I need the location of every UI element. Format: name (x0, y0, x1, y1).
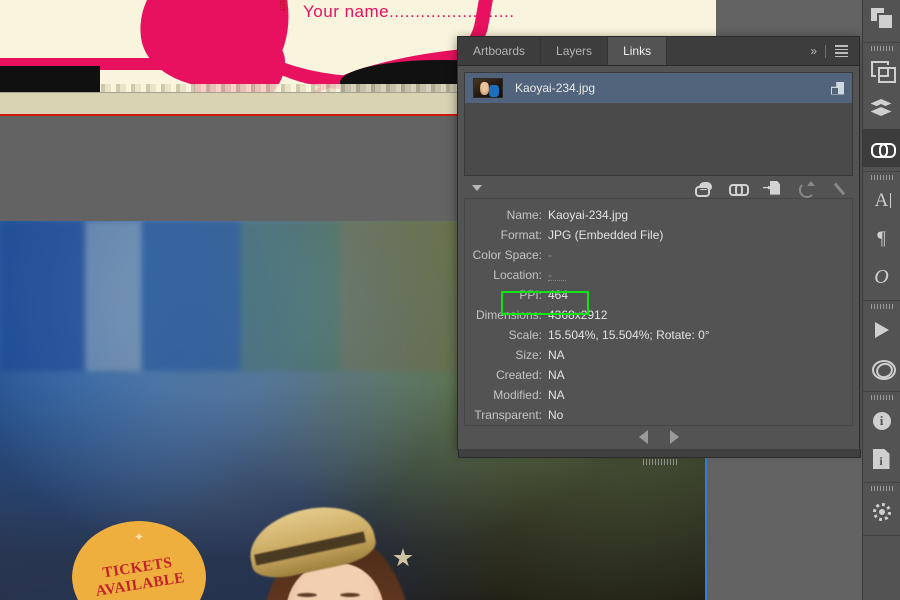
detail-row-modified: Modified: NA (465, 385, 852, 405)
detail-value: JPG (Embedded File) (548, 227, 664, 242)
detail-label: Size: (515, 347, 542, 362)
detail-row-transparent: Transparent: No (465, 405, 852, 425)
settings-gear-icon[interactable] (863, 493, 900, 531)
panel-tab-bar[interactable]: Artboards Layers Links » (458, 37, 859, 67)
detail-value: No (548, 407, 564, 422)
update-link-icon[interactable] (797, 180, 815, 198)
panel-tab-controls: » (810, 37, 859, 65)
detail-label: Created: (495, 367, 542, 382)
opentype-panel-icon[interactable]: O (863, 258, 900, 296)
panel-menu-icon[interactable] (835, 45, 848, 58)
info-panel-icon[interactable] (863, 402, 900, 440)
your-name-text: Your name........................ (303, 2, 515, 21)
link-file-name: Kaoyai-234.jpg (515, 81, 596, 96)
list-item[interactable]: Kaoyai-234.jpg (465, 73, 852, 104)
links-panel-footer[interactable] (458, 425, 859, 450)
link-info-disclosure-row[interactable] (458, 178, 859, 198)
tab-links[interactable]: Links (608, 37, 668, 66)
dock-grip-3[interactable] (863, 172, 900, 182)
detail-value: 4368x2912 (548, 307, 608, 322)
dock-group-3: A ¶ O (863, 172, 900, 301)
artboard-tool-icon[interactable] (863, 0, 900, 38)
links-panel[interactable]: Artboards Layers Links » Kaoyai-234.jpg … (457, 36, 861, 465)
detail-label: Modified: (493, 387, 542, 402)
detail-row-format: Format: JPG (Embedded File) (465, 225, 852, 245)
tab-layers[interactable]: Layers (541, 37, 609, 66)
symbols-panel-icon[interactable] (863, 349, 900, 387)
dock-group-6 (863, 483, 900, 536)
character-glyph: A (871, 190, 893, 212)
link-thumbnail (473, 78, 503, 99)
dock-grip-2[interactable] (863, 43, 900, 53)
detail-label: Format: (500, 227, 542, 242)
detail-label: Name: (506, 207, 542, 222)
links-list[interactable]: Kaoyai-234.jpg (464, 72, 853, 177)
panel-grip-icon[interactable] (642, 459, 677, 465)
link-details: Name: Kaoyai-234.jpg Format: JPG (Embedd… (464, 197, 853, 426)
panel-resize-bar[interactable] (458, 449, 861, 465)
detail-row-color-space: Color Space: - (465, 245, 852, 265)
next-link-icon[interactable] (669, 430, 679, 445)
detail-label: Transparent: (474, 407, 542, 422)
detail-value: Kaoyai-234.jpg (548, 207, 629, 222)
artboards-panel-icon[interactable] (863, 53, 900, 91)
character-panel-icon[interactable]: A (863, 182, 900, 220)
paragraph-glyph: ¶ (877, 228, 886, 249)
detail-value: - (548, 247, 552, 262)
right-dock[interactable]: A ¶ O (862, 0, 900, 600)
detail-label: Location: (493, 267, 542, 282)
layers-panel-icon[interactable] (863, 91, 900, 129)
detail-label: PPI: (519, 287, 542, 302)
document-info-panel-icon[interactable] (863, 440, 900, 478)
relink-from-cloud-icon[interactable] (695, 181, 712, 197)
detail-value: NA (548, 387, 565, 402)
expand-panels-icon[interactable]: » (810, 44, 817, 58)
detail-value: 464 (548, 287, 569, 302)
detail-value: - (548, 267, 566, 282)
detail-value: 15.504%, 15.504%; Rotate: 0° (548, 327, 710, 342)
detail-label: Scale: (508, 327, 542, 342)
dock-grip-5[interactable] (863, 392, 900, 402)
detail-value: NA (548, 367, 565, 382)
detail-row-dimensions: Dimensions: 4368x2912 (465, 305, 852, 325)
detail-row-location: Location: - (465, 265, 852, 285)
dock-group-2 (863, 43, 900, 172)
paragraph-panel-icon[interactable]: ¶ (863, 220, 900, 258)
dock-grip-6[interactable] (863, 483, 900, 493)
edit-original-icon[interactable] (831, 181, 848, 196)
decor-vertical-text: EST (278, 0, 285, 11)
dock-group-5 (863, 392, 900, 483)
embedded-file-icon (831, 82, 844, 95)
previous-link-icon[interactable] (638, 430, 648, 445)
detail-label: Color Space: (472, 247, 542, 262)
detail-row-scale: Scale: 15.504%, 15.504%; Rotate: 0° (465, 325, 852, 345)
tab-artboards[interactable]: Artboards (458, 37, 542, 66)
opentype-glyph: O (874, 265, 889, 288)
links-panel-icon[interactable] (863, 129, 900, 167)
chevron-down-icon[interactable] (472, 185, 482, 192)
tab-divider (825, 44, 826, 58)
tickets-available-badge: ✦ TICKETS AVAILABLE ✦ (65, 514, 213, 600)
star-icon-2 (393, 548, 413, 568)
dock-group-4 (863, 301, 900, 392)
detail-label: Dimensions: (475, 307, 542, 322)
go-to-link-icon[interactable] (763, 181, 780, 196)
actions-panel-icon[interactable] (863, 311, 900, 349)
detail-row-name: Name: Kaoyai-234.jpg (465, 205, 852, 225)
relink-icon[interactable] (729, 181, 749, 196)
detail-row-size: Size: NA (465, 345, 852, 365)
dock-group-1 (863, 0, 900, 43)
detail-value: NA (548, 347, 565, 362)
links-action-icons (695, 180, 848, 198)
detail-row-ppi: PPI: 464 (465, 285, 852, 305)
detail-row-created: Created: NA (465, 365, 852, 385)
dock-grip-4[interactable] (863, 301, 900, 311)
